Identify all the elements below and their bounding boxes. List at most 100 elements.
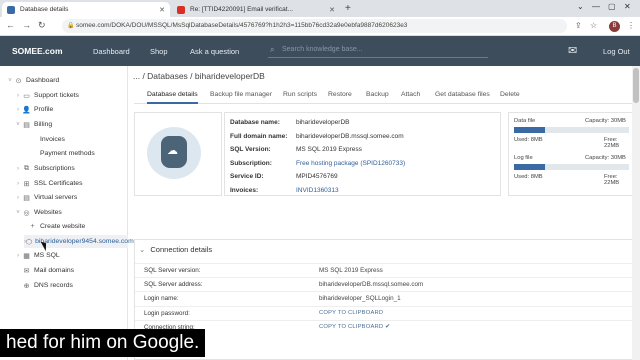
tab-database-details[interactable]: Database details [147,90,198,104]
search-placeholder: Search knowledge base... [282,46,363,53]
share-icon[interactable]: ⇪ [575,21,582,30]
sidebar-item-label: Support tickets [34,92,79,99]
connection-key: SQL Server address: [144,281,203,289]
log-file-title: Log file [514,155,533,161]
star-icon[interactable]: ☆ [590,21,597,30]
sidebar-item-ms-sql[interactable]: › ▦ MS SQL [14,249,120,262]
copy-to-clipboard-button[interactable]: COPY TO CLIPBOARD ✔ [319,324,390,330]
tab-title: Database details [20,6,69,13]
sidebar-item-ssl-certificates[interactable]: › ⊞ SSL Certificates [14,177,120,190]
connection-key: Login password: [144,309,190,317]
tab-attach[interactable]: Attach [401,90,420,104]
connection-title-text: Connection details [150,245,213,254]
reload-icon[interactable]: ↻ [38,20,46,31]
sidebar-item-label: biharideveloper9454.somee.com [35,238,134,245]
browser-tab-active[interactable]: Database details ✕ [2,2,170,17]
log-file-bar-fill [514,164,545,170]
page-scrollbar[interactable] [632,66,640,360]
close-icon[interactable]: ✕ [329,6,335,14]
sidebar-item-profile[interactable]: › 👤 Profile [14,103,120,116]
sidebar-item-icon: ▤ [23,194,30,202]
sidebar-item-label: Websites [34,209,62,216]
sidebar-item-label: Mail domains [34,267,75,274]
scrollbar-thumb[interactable] [633,68,639,103]
sidebar-item-subscriptions[interactable]: › ⧉ Subscriptions [14,162,120,175]
site-logo[interactable]: SOMEE.com [12,46,63,56]
sidebar-item-icon: ⬡ [26,238,33,246]
sidebar-item-biharideveloper9454-somee-com[interactable]: › ⬡ biharideveloper9454.somee.com [24,235,134,248]
info-key: Full domain name: [230,132,288,140]
connection-value: biharideveloper_SQLLogin_1 [319,295,401,303]
database-icon: ☁ [147,127,201,179]
tab-backup[interactable]: Backup [366,90,389,104]
chevron-icon: › [17,194,19,201]
cloud-icon: ☁ [167,145,178,157]
back-arrow-icon[interactable]: ← [6,20,15,30]
sidebar-item-support-tickets[interactable]: › ▭ Support tickets [14,89,120,102]
info-value: MPID4576769 [296,173,338,181]
minimize-icon[interactable]: — [592,2,600,11]
address-bar-row: ← → ↻ 🔒 somee.com/DOKA/DOU/MSSQL/MsSqlDa… [0,17,640,36]
video-caption: hed for him on Google. [0,329,206,357]
tab-get-database-files[interactable]: Get database files [435,90,490,104]
sidebar-item-icon: 👤 [22,106,31,114]
tab-run-scripts[interactable]: Run scripts [283,90,317,104]
maximize-icon[interactable]: ▢ [608,2,616,11]
nav-shop[interactable]: Shop [150,47,168,56]
more-menu-icon[interactable]: ⋮ [627,21,635,30]
nav-dashboard[interactable]: Dashboard [93,47,130,56]
sidebar-item-websites[interactable]: ˅ ◎ Websites [14,206,120,219]
database-icon-card: ☁ [134,112,222,196]
sidebar-item-dns-records[interactable]: ⊕ DNS records [14,279,120,292]
breadcrumb: ... / Databases / biharideveloperDB [133,71,265,81]
info-row: Subscription: Free hosting package (SPID1… [225,157,502,171]
data-file-capacity: Capacity: 30MB [585,118,626,124]
chevron-down-icon[interactable]: ⌄ [139,245,145,254]
copy-to-clipboard-button[interactable]: COPY TO CLIPBOARD [319,310,383,316]
tab-delete[interactable]: Delete [500,90,520,104]
lock-icon: 🔒 [67,23,75,29]
sidebar-item-virtual-servers[interactable]: › ▤ Virtual servers [14,191,120,204]
sidebar-item-label: Profile [34,106,54,113]
info-value: MS SQL 2019 Express [296,146,362,154]
log-file-bar [514,164,629,170]
connection-key: Login name: [144,295,179,303]
data-file-title: Data file [514,118,536,124]
close-window-icon[interactable]: ✕ [624,2,631,11]
url-field[interactable]: 🔒 somee.com/DOKA/DOU/MSSQL/MsSqlDatabase… [62,19,567,33]
sidebar-item-mail-domains[interactable]: ✉ Mail domains [14,264,120,277]
close-icon[interactable]: ✕ [159,6,165,14]
sidebar-item-payment-methods[interactable]: Payment methods [24,147,120,160]
mail-icon[interactable]: ✉ [568,44,577,57]
forward-arrow-icon[interactable]: → [22,20,31,30]
sidebar-item-dashboard[interactable]: ˅ ⊙ Dashboard [6,74,120,87]
info-row: Service ID: MPID4576769 [225,170,502,184]
info-key: SQL Version: [230,146,271,154]
sidebar-item-icon: ▤ [23,121,30,129]
connection-key: SQL Server version: [144,267,201,274]
new-tab-button[interactable]: + [345,3,351,14]
nav-ask-question[interactable]: Ask a question [190,47,239,56]
info-key: Service ID: [230,173,264,181]
search-input[interactable]: ⌕ Search knowledge base... [268,44,488,58]
tab-backup-file-manager[interactable]: Backup file manager [210,90,272,104]
connection-row: Login name: biharideveloper_SQLLogin_1 [135,291,633,305]
sidebar-item-icon: ⊙ [15,77,22,85]
sidebar-item-create-website[interactable]: + Create website [24,220,120,233]
chevron-icon: ˅ [16,209,20,216]
chevron-down-icon[interactable]: ⌄ [577,2,584,11]
info-link[interactable]: INVID1360313 [296,187,339,194]
browser-tab-inactive[interactable]: Re: [TTID4220091] Email verificat... ✕ [172,2,340,17]
sidebar-item-invoices[interactable]: Invoices [24,133,120,146]
search-icon: ⌕ [270,45,275,54]
info-row: Full domain name: biharideveloperDB.mssql… [225,130,502,144]
chevron-icon: › [17,92,19,99]
log-file-capacity: Capacity: 30MB [585,155,626,161]
connection-row: Login password: COPY TO CLIPBOARD [135,305,633,320]
profile-avatar[interactable]: B [609,21,620,32]
info-link[interactable]: Free hosting package (SPID1260733) [296,160,405,167]
chevron-icon: ˅ [8,77,12,84]
tab-restore[interactable]: Restore [328,90,352,104]
sidebar-item-billing[interactable]: ˅ ▤ Billing [14,118,120,131]
logout-link[interactable]: Log Out [603,47,630,56]
